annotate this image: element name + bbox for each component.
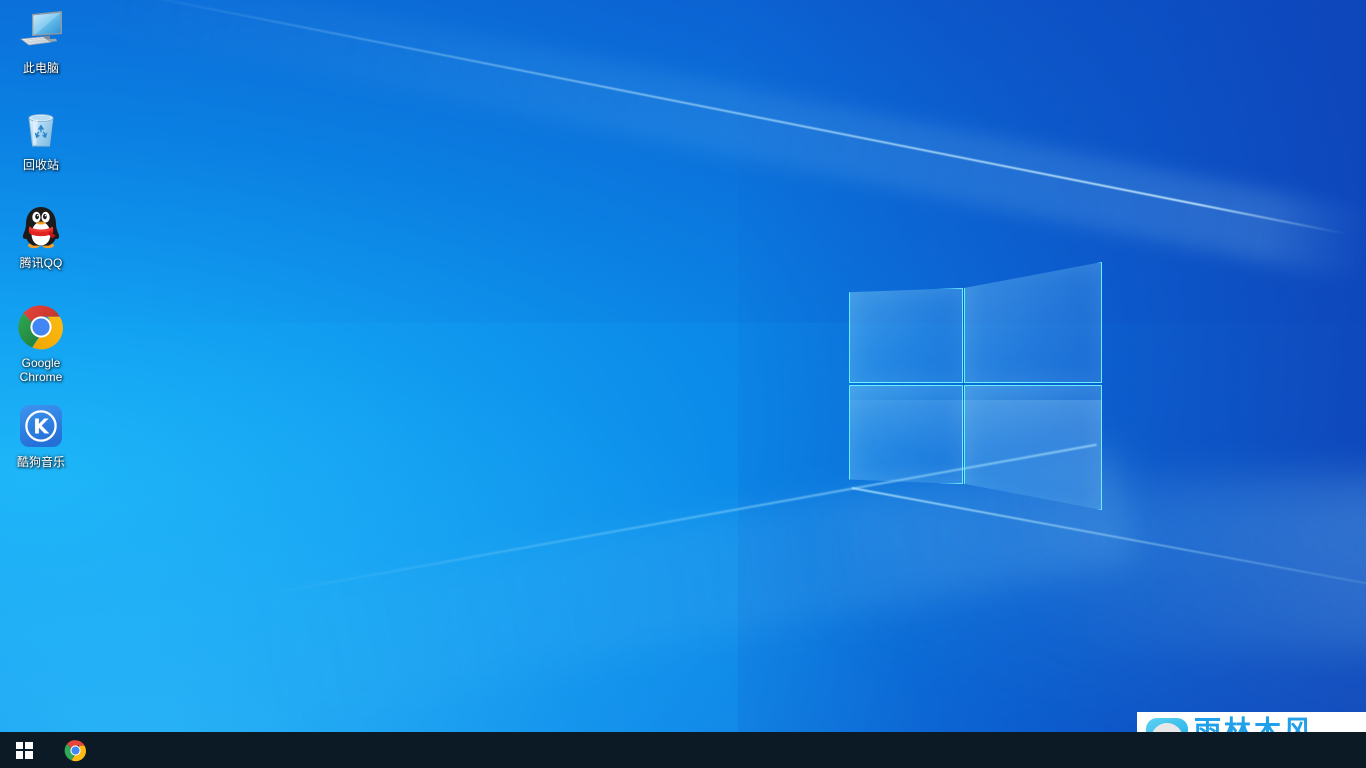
recycle-bin-icon xyxy=(17,105,65,153)
hero-pane-top-left xyxy=(849,288,963,383)
desktop-root[interactable]: 此电脑 回收站 腾讯QQ Google Chrome K 酷狗音乐 雨林木风 xyxy=(0,0,1366,768)
start-button[interactable] xyxy=(0,732,48,768)
desktop-icon-label: 回收站 xyxy=(22,158,59,172)
chrome-icon xyxy=(64,739,86,761)
desktop-icon-kugou-music[interactable]: K 酷狗音乐 xyxy=(4,402,78,469)
desktop-icon-label: Google Chrome xyxy=(19,356,63,384)
hero-pane-bottom-right xyxy=(964,385,1102,510)
windows-hero-logo xyxy=(840,250,1110,525)
windows-logo-pane-br xyxy=(24,750,33,759)
windows-logo-pane-bl xyxy=(15,750,24,759)
desktop-icon-label: 酷狗音乐 xyxy=(16,455,65,469)
svg-text:K: K xyxy=(33,415,50,439)
windows-logo-pane-tl xyxy=(15,741,24,750)
desktop-icon-label: 此电脑 xyxy=(22,61,59,75)
chrome-icon xyxy=(17,303,65,351)
hero-pane-bottom-left xyxy=(849,385,963,484)
desktop-icon-google-chrome[interactable]: Google Chrome xyxy=(4,303,78,384)
desktop-icon-recycle-bin[interactable]: 回收站 xyxy=(4,105,78,172)
hero-pane-top-right xyxy=(964,262,1102,383)
desktop-icon-tencent-qq[interactable]: 腾讯QQ xyxy=(4,203,78,270)
desktop-wallpaper xyxy=(0,0,1366,768)
qq-penguin-icon xyxy=(17,203,65,251)
desktop-icon-this-pc[interactable]: 此电脑 xyxy=(4,8,78,75)
taskbar-item-chrome[interactable] xyxy=(57,732,93,768)
kugou-k-icon: K xyxy=(17,402,65,450)
windows-logo-pane-tr xyxy=(24,741,33,750)
windows-logo-icon xyxy=(15,741,33,759)
taskbar[interactable] xyxy=(0,732,1366,768)
desktop-icon-label: 腾讯QQ xyxy=(19,256,63,270)
monitor-keyboard-icon xyxy=(17,8,65,56)
